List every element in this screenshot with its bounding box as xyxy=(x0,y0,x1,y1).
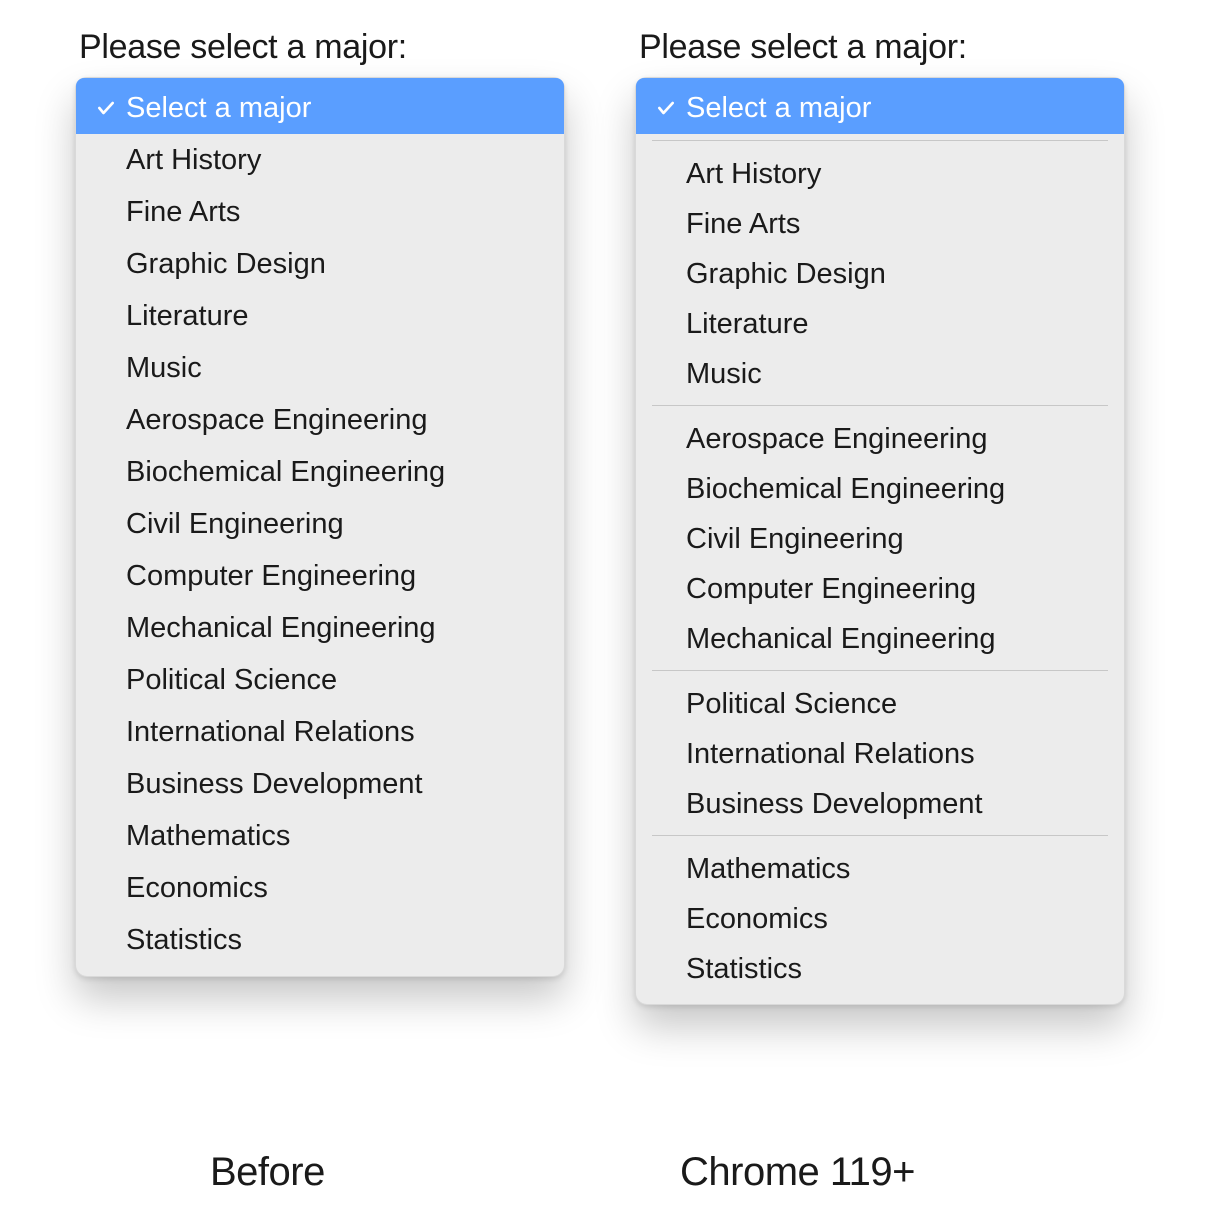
option-label: Graphic Design xyxy=(686,258,886,291)
option-label: Select a major xyxy=(126,92,311,125)
option-item[interactable]: Mechanical Engineering xyxy=(76,602,564,654)
option-selected-placeholder[interactable]: Select a major xyxy=(636,78,1124,134)
caption-after: Chrome 119+ xyxy=(680,1150,915,1195)
option-label: Civil Engineering xyxy=(686,523,904,556)
option-item[interactable]: Art History xyxy=(76,134,564,186)
option-item[interactable]: Civil Engineering xyxy=(636,514,1124,564)
option-label: Mathematics xyxy=(126,820,290,853)
before-column: Please select a major: Select a major Ar… xyxy=(75,28,565,977)
option-label: International Relations xyxy=(126,716,415,749)
option-label: Literature xyxy=(126,300,249,333)
option-label: Computer Engineering xyxy=(126,560,416,593)
option-item[interactable]: Graphic Design xyxy=(76,238,564,290)
option-item[interactable]: Music xyxy=(636,349,1124,399)
option-label: International Relations xyxy=(686,738,975,771)
group-divider xyxy=(652,670,1108,671)
option-label: Aerospace Engineering xyxy=(686,423,987,456)
option-label: Biochemical Engineering xyxy=(686,473,1005,506)
group-divider xyxy=(652,140,1108,141)
option-item[interactable]: Literature xyxy=(76,290,564,342)
option-item[interactable]: International Relations xyxy=(76,706,564,758)
prompt-label-after: Please select a major: xyxy=(639,28,1125,67)
group-divider xyxy=(652,835,1108,836)
option-item[interactable]: Aerospace Engineering xyxy=(76,394,564,446)
option-label: Music xyxy=(126,352,202,385)
option-label: Mechanical Engineering xyxy=(686,623,996,656)
group-divider xyxy=(652,405,1108,406)
option-item[interactable]: International Relations xyxy=(636,729,1124,779)
option-label: Political Science xyxy=(686,688,897,721)
option-item[interactable]: Mechanical Engineering xyxy=(636,614,1124,664)
option-item[interactable]: Mathematics xyxy=(636,844,1124,894)
option-label: Graphic Design xyxy=(126,248,326,281)
option-label: Political Science xyxy=(126,664,337,697)
option-item[interactable]: Biochemical Engineering xyxy=(636,464,1124,514)
select-menu-before[interactable]: Select a major Art History Fine Arts Graph… xyxy=(75,77,565,977)
option-label: Civil Engineering xyxy=(126,508,344,541)
option-label: Statistics xyxy=(126,924,242,957)
option-item[interactable]: Computer Engineering xyxy=(636,564,1124,614)
option-label: Business Development xyxy=(686,788,983,821)
option-item[interactable]: Economics xyxy=(636,894,1124,944)
option-label: Fine Arts xyxy=(686,208,800,241)
option-item[interactable]: Political Science xyxy=(636,679,1124,729)
prompt-label-before: Please select a major: xyxy=(79,28,565,67)
select-menu-after[interactable]: Select a major Art History Fine Arts Graph… xyxy=(635,77,1125,1005)
option-label: Biochemical Engineering xyxy=(126,456,445,489)
option-item[interactable]: Economics xyxy=(76,862,564,914)
option-label: Statistics xyxy=(686,953,802,986)
after-column: Please select a major: Select a major Ar… xyxy=(635,28,1125,1005)
option-label: Fine Arts xyxy=(126,196,240,229)
option-label: Literature xyxy=(686,308,809,341)
option-item[interactable]: Mathematics xyxy=(76,810,564,862)
option-item[interactable]: Music xyxy=(76,342,564,394)
option-label: Music xyxy=(686,358,762,391)
option-item[interactable]: Political Science xyxy=(76,654,564,706)
option-label: Economics xyxy=(686,903,828,936)
option-label: Business Development xyxy=(126,768,423,801)
option-label: Computer Engineering xyxy=(686,573,976,606)
option-selected-placeholder[interactable]: Select a major xyxy=(76,78,564,134)
option-item[interactable]: Fine Arts xyxy=(636,199,1124,249)
option-item[interactable]: Aerospace Engineering xyxy=(636,414,1124,464)
option-item[interactable]: Biochemical Engineering xyxy=(76,446,564,498)
option-label: Select a major xyxy=(686,92,871,125)
option-item[interactable]: Computer Engineering xyxy=(76,550,564,602)
option-item[interactable]: Business Development xyxy=(76,758,564,810)
option-item[interactable]: Statistics xyxy=(636,944,1124,994)
option-label: Economics xyxy=(126,872,268,905)
option-label: Art History xyxy=(686,158,821,191)
option-label: Art History xyxy=(126,144,261,177)
option-item[interactable]: Statistics xyxy=(76,914,564,966)
option-label: Mechanical Engineering xyxy=(126,612,436,645)
option-item[interactable]: Art History xyxy=(636,149,1124,199)
option-item[interactable]: Business Development xyxy=(636,779,1124,829)
checkmark-icon xyxy=(90,98,122,118)
caption-before: Before xyxy=(210,1150,325,1195)
option-label: Aerospace Engineering xyxy=(126,404,427,437)
checkmark-icon xyxy=(650,98,682,118)
option-item[interactable]: Civil Engineering xyxy=(76,498,564,550)
option-label: Mathematics xyxy=(686,853,850,886)
option-item[interactable]: Literature xyxy=(636,299,1124,349)
option-item[interactable]: Fine Arts xyxy=(76,186,564,238)
option-item[interactable]: Graphic Design xyxy=(636,249,1124,299)
